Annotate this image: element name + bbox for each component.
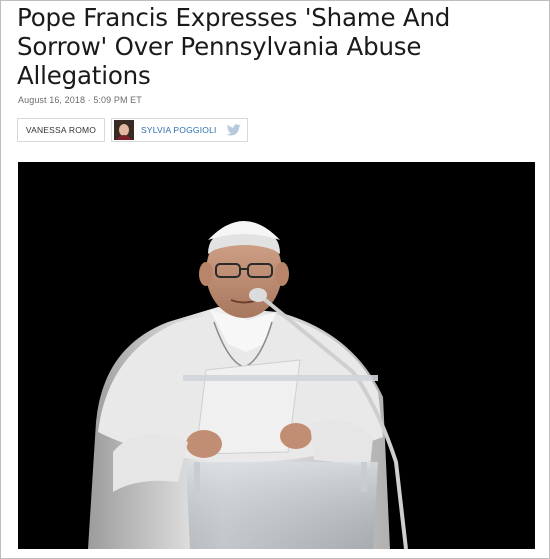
article-photo bbox=[18, 162, 535, 549]
twitter-icon[interactable] bbox=[226, 124, 241, 136]
author-avatar[interactable] bbox=[114, 120, 134, 140]
article-headline: Pope Francis Expresses 'Shame And Sorrow… bbox=[17, 3, 451, 90]
article-dateline: August 16, 2018 · 5:09 PM ET bbox=[18, 95, 142, 105]
author-name[interactable]: VANESSA ROMO bbox=[26, 125, 96, 135]
byline-sylvia-poggioli[interactable]: SYLVIA POGGIOLI bbox=[111, 118, 248, 142]
author-name[interactable]: SYLVIA POGGIOLI bbox=[141, 125, 217, 135]
byline-vanessa-romo[interactable]: VANESSA ROMO bbox=[17, 118, 105, 142]
